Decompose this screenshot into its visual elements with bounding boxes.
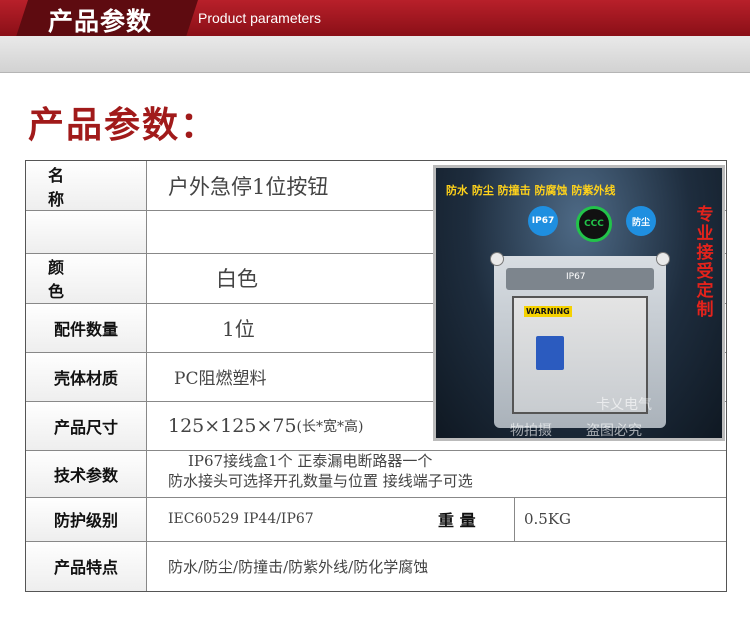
screw-icon [656, 252, 670, 266]
breaker-switch [536, 336, 564, 370]
value-shell-material: PC阻燃塑料 [174, 369, 267, 389]
banner-shadow-bar [0, 36, 750, 73]
value-protection-level: IEC60529 IP44/IP67 [168, 511, 314, 527]
value-name: 户外急停1位按钮 [168, 174, 329, 199]
value-size-suffix: (长*宽*高) [296, 418, 364, 435]
watermark-photo: 物拍摄 [510, 423, 552, 439]
value-color: 白色 [216, 267, 258, 291]
box-lid: IP67 [506, 268, 654, 290]
custom-order-text: 专业接受定制 [696, 205, 714, 320]
product-photo: 防水 防尘 防撞击 防腐蚀 防紫外线 IP67 CCC 防尘 专业接受定制 IP… [433, 165, 725, 441]
banner: 产品参数 Product parameters [0, 0, 750, 36]
value-tech-params-line1: IP67接线盒1个 正泰漏电断路器一个 [188, 452, 433, 470]
label-features: 产品特点 [53, 558, 118, 577]
ip67-badge: IP67 [528, 206, 558, 236]
value-size-dims: 125×125×75 [168, 414, 297, 437]
label-empty [26, 210, 146, 253]
warning-label: WARNING [524, 306, 572, 317]
banner-title-en: Product parameters [198, 10, 321, 26]
value-features: 防水/防尘/防撞击/防紫外线/防化学腐蚀 [168, 557, 429, 576]
value-accessory-count: 1位 [222, 317, 255, 341]
value-weight: 0.5KG [524, 510, 572, 528]
label-weight: 重 量 [438, 511, 476, 530]
label-color: 颜 色 [48, 258, 87, 301]
label-protection-level: 防护级别 [53, 511, 118, 530]
page-heading: 产品参数： [28, 105, 219, 146]
banner-title-zh: 产品参数 [48, 7, 153, 36]
label-accessory-count: 配件数量 [53, 319, 118, 339]
photo-caption: 防水 防尘 防撞击 防腐蚀 防紫外线 [446, 184, 616, 197]
label-tech-params: 技术参数 [53, 465, 118, 485]
value-tech-params-line2: 防水接头可选择开孔数量与位置 接线端子可选 [168, 472, 473, 490]
ccc-badge: CCC [576, 206, 612, 242]
label-shell-material: 壳体材质 [53, 368, 118, 388]
dustproof-badge: 防尘 [626, 206, 656, 236]
watermark-brand: 卡乂电气 [596, 397, 652, 413]
lid-label: IP67 [566, 272, 586, 282]
value-size: 125×125×75 (长*宽*高) [168, 401, 363, 450]
watermark-notice: 盗图必究 [586, 423, 642, 439]
label-size: 产品尺寸 [53, 417, 118, 437]
screw-icon [490, 252, 504, 266]
label-name: 名 称 [48, 165, 87, 209]
